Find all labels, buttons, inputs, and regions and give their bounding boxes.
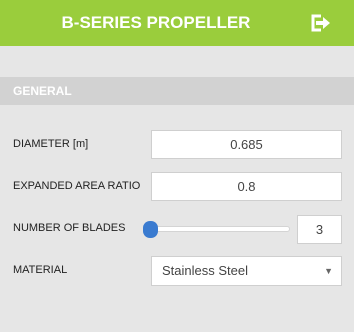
number-of-blades-label: NUMBER OF BLADES: [13, 222, 126, 234]
number-of-blades-slider-thumb[interactable]: [143, 221, 158, 238]
page-title: B-SERIES PROPELLER: [61, 13, 251, 32]
number-of-blades-input[interactable]: [297, 215, 342, 244]
diameter-label: DIAMETER [m]: [13, 138, 89, 150]
expanded-area-ratio-label: EXPANDED AREA RATIO: [13, 180, 141, 192]
section-header-general: GENERAL: [0, 77, 354, 105]
exit-button[interactable]: [310, 13, 332, 33]
section-title: GENERAL: [13, 84, 72, 98]
material-label: MATERIAL: [13, 264, 68, 276]
expanded-area-ratio-input[interactable]: [151, 172, 342, 201]
dropdown-arrow-icon: ▼: [324, 266, 333, 276]
app-header: B-SERIES PROPELLER: [0, 0, 354, 46]
diameter-input[interactable]: [151, 130, 342, 159]
material-selected-value: Stainless Steel: [162, 263, 248, 278]
material-select[interactable]: Stainless Steel ▼: [151, 256, 342, 286]
number-of-blades-slider-track[interactable]: [150, 226, 290, 232]
exit-icon: [311, 14, 330, 32]
